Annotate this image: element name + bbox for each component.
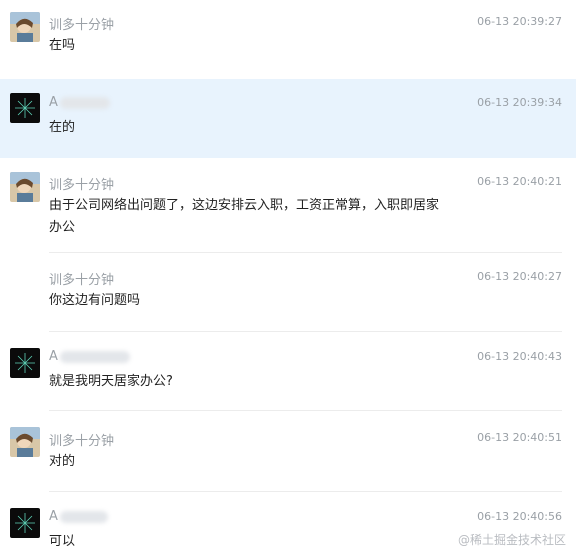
message-timestamp: 06-13 20:39:27	[477, 15, 562, 28]
message-text: 对的	[49, 454, 76, 469]
sender-name: 训多十分钟	[49, 434, 115, 449]
sender-name: 训多十分钟	[49, 178, 115, 193]
sender-name-text: A	[49, 509, 58, 524]
message-timestamp: 06-13 20:40:43	[477, 350, 562, 363]
dark-firework-avatar[interactable]	[10, 508, 40, 538]
sender-name: A	[49, 509, 108, 524]
user-photo-avatar[interactable]	[10, 172, 40, 202]
watermark: @稀土掘金技术社区	[457, 533, 566, 547]
message-item[interactable]: 训多十分钟 06-13 20:40:51 对的	[0, 411, 576, 492]
sender-name: A	[49, 349, 130, 364]
message-text: 可以	[49, 534, 76, 549]
sender-name: 训多十分钟	[49, 18, 115, 33]
user-photo-avatar[interactable]	[10, 12, 40, 42]
message-item[interactable]: A 06-13 20:40:56 可以	[0, 492, 576, 560]
message-timestamp: 06-13 20:39:34	[477, 96, 562, 109]
message-text: 由于公司网络出问题了，这边安排云入职，工资正常算，入职即居家办公	[49, 198, 440, 235]
sender-name: 训多十分钟	[49, 273, 115, 288]
message-item[interactable]: 训多十分钟 06-13 20:39:27 在吗	[0, 0, 576, 79]
sender-name-text: A	[49, 349, 58, 364]
message-text: 在的	[49, 120, 76, 135]
message-item[interactable]: 训多十分钟 06-13 20:40:21 由于公司网络出问题了，这边安排云入职，…	[0, 158, 576, 253]
message-text: 就是我明天居家办公?	[49, 374, 173, 389]
message-timestamp: 06-13 20:40:51	[477, 431, 562, 444]
message-timestamp: 06-13 20:40:27	[477, 270, 562, 283]
message-item-highlighted[interactable]: A 06-13 20:39:34 在的	[0, 79, 576, 158]
redacted-name-blur	[59, 510, 108, 523]
sender-name: A	[49, 95, 110, 110]
message-timestamp: 06-13 20:40:21	[477, 175, 562, 188]
message-item[interactable]: A 06-13 20:40:43 就是我明天居家办公?	[0, 332, 576, 411]
message-timestamp: 06-13 20:40:56	[477, 510, 562, 523]
user-photo-avatar[interactable]	[10, 427, 40, 457]
sender-name-text: A	[49, 95, 58, 110]
redacted-name-blur	[59, 96, 110, 109]
message-text: 你这边有问题吗	[49, 293, 141, 308]
redacted-name-blur	[59, 350, 130, 363]
dark-firework-avatar[interactable]	[10, 348, 40, 378]
message-text: 在吗	[49, 38, 76, 53]
message-item[interactable]: 训多十分钟 06-13 20:40:27 你这边有问题吗	[0, 253, 576, 332]
dark-firework-avatar[interactable]	[10, 93, 40, 123]
